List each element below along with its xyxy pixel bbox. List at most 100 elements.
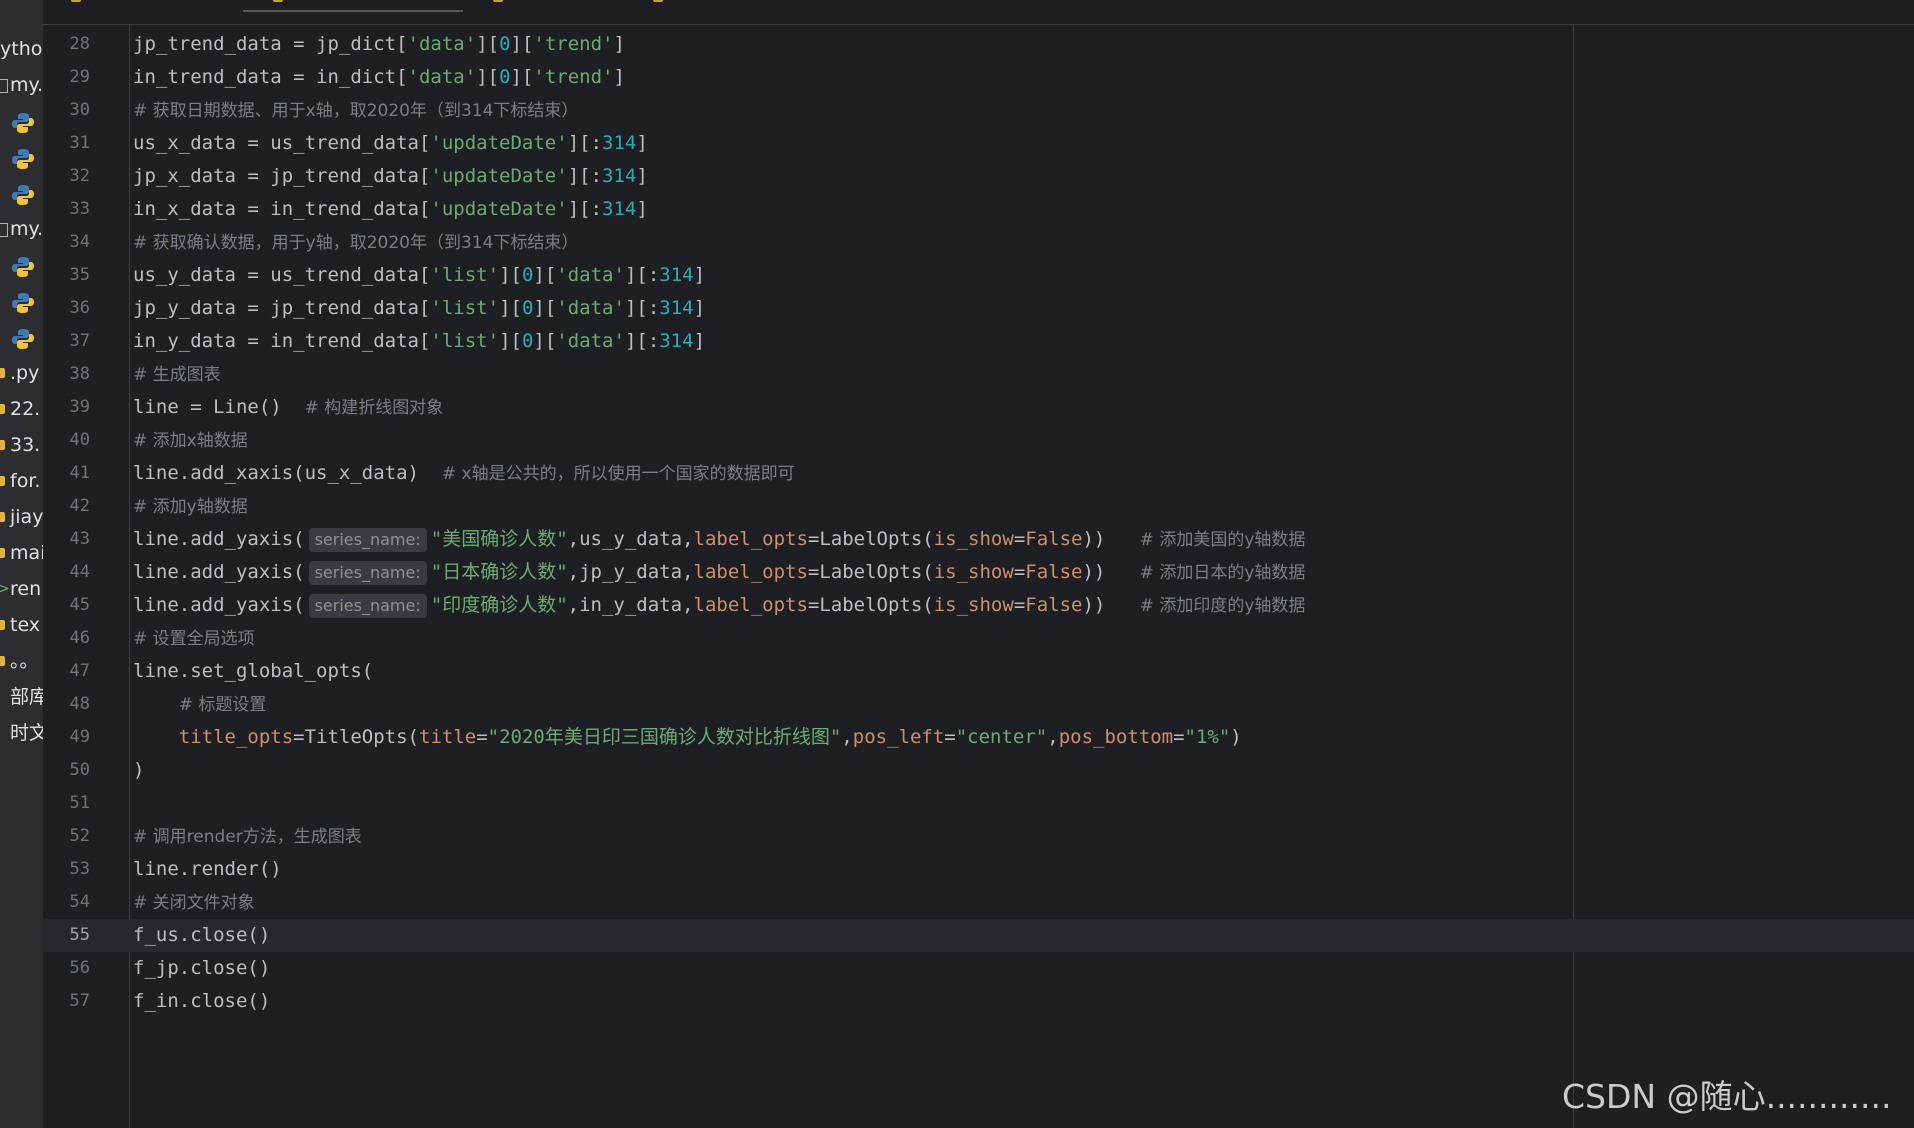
code-text[interactable]: line.add_yaxis(series_name: "日本确诊人数",jp_y… bbox=[133, 556, 1305, 590]
inlay-hint-series-name: series_name: bbox=[308, 528, 427, 552]
code-text[interactable]: line.add_xaxis(us_x_data) # x轴是公共的，所以使用一… bbox=[133, 457, 795, 491]
code-text[interactable]: ) bbox=[133, 754, 144, 787]
code-text[interactable]: in_y_data = in_trend_data['list'][0]['da… bbox=[133, 325, 705, 358]
code-text[interactable]: # 设置全局选项 bbox=[133, 622, 255, 656]
code-text[interactable]: # 生成图表 bbox=[133, 358, 221, 392]
sidebar-item[interactable] bbox=[0, 248, 43, 282]
line-number: 50 bbox=[69, 760, 90, 780]
code-text[interactable]: f_jp.close() bbox=[133, 952, 270, 985]
code-line[interactable]: 56 f_jp.close() bbox=[43, 952, 1914, 985]
tab-file-icon[interactable] bbox=[71, 0, 81, 2]
code-line[interactable]: 47 line.set_global_opts( bbox=[43, 655, 1914, 688]
sidebar-item[interactable]: my. bbox=[0, 68, 43, 102]
sidebar-item[interactable]: for. bbox=[0, 464, 43, 498]
code-line[interactable]: 42 # 添加y轴数据 bbox=[43, 490, 1914, 523]
code-line[interactable]: 48 # 标题设置 bbox=[43, 688, 1914, 721]
string-literal: 'list' bbox=[430, 330, 500, 352]
sidebar-item[interactable] bbox=[0, 176, 43, 210]
code-line[interactable]: 32 jp_x_data = jp_trend_data['updateDate'… bbox=[43, 160, 1914, 193]
code-line[interactable]: 38 # 生成图表 bbox=[43, 358, 1914, 391]
sidebar-item[interactable]: 。。 bbox=[0, 644, 43, 678]
code-line[interactable]: 33 in_x_data = in_trend_data['updateDate'… bbox=[43, 193, 1914, 226]
code-token: jp_y_data = jp_trend_data[ bbox=[133, 297, 431, 319]
code-line[interactable]: 45 line.add_yaxis(series_name: "印度确诊人数",in… bbox=[43, 589, 1914, 622]
code-line[interactable]: 44 line.add_yaxis(series_name: "日本确诊人数",jp… bbox=[43, 556, 1914, 589]
code-text[interactable]: jp_trend_data = jp_dict['data'][0]['tren… bbox=[133, 28, 625, 61]
line-number: 34 bbox=[69, 232, 90, 252]
sidebar-item[interactable] bbox=[0, 104, 43, 138]
sidebar-item[interactable]: 部库 bbox=[0, 680, 43, 714]
tab-file-icon[interactable] bbox=[493, 0, 503, 2]
code-text[interactable]: in_x_data = in_trend_data['updateDate'][… bbox=[133, 193, 648, 226]
sidebar-item[interactable]: 22. bbox=[0, 392, 43, 426]
code-line[interactable]: 50) bbox=[43, 754, 1914, 787]
code-line[interactable]: 43 line.add_yaxis(series_name: "美国确诊人数",us… bbox=[43, 523, 1914, 556]
code-text[interactable]: # 获取确认数据，用于y轴，取2020年（到314下标结束） bbox=[133, 226, 578, 260]
code-line[interactable]: 41 line.add_xaxis(us_x_data) # x轴是公共的，所以使… bbox=[43, 457, 1914, 490]
code-editor[interactable]: 28 jp_trend_data = jp_dict['data'][0]['tr… bbox=[43, 24, 1914, 1128]
code-text[interactable]: # 添加x轴数据 bbox=[133, 424, 248, 458]
code-text[interactable]: title_opts=TitleOpts(title="2020年美日印三国确诊… bbox=[133, 721, 1242, 754]
code-line[interactable]: 30 # 获取日期数据、用于x轴，取2020年（到314下标结束） bbox=[43, 94, 1914, 127]
sidebar-item[interactable] bbox=[0, 140, 43, 174]
code-line[interactable]: 51 bbox=[43, 787, 1914, 820]
code-line[interactable]: 29 in_trend_data = in_dict['data'][0]['tr… bbox=[43, 61, 1914, 94]
sidebar-item[interactable]: > ren bbox=[0, 572, 43, 606]
code-text[interactable]: line.set_global_opts( bbox=[133, 655, 373, 688]
code-text[interactable]: # 添加y轴数据 bbox=[133, 490, 248, 524]
bracket: ] bbox=[636, 198, 648, 220]
python-file-icon bbox=[12, 111, 34, 133]
code-text[interactable]: line.add_yaxis(series_name: "美国确诊人数",us_y… bbox=[133, 523, 1305, 557]
code-line[interactable]: 52 # 调用render方法，生成图表 bbox=[43, 820, 1914, 853]
sidebar-item[interactable]: jiay bbox=[0, 500, 43, 534]
code-line[interactable]: 31 us_x_data = us_trend_data['updateDate'… bbox=[43, 127, 1914, 160]
code-text[interactable]: # 获取日期数据、用于x轴，取2020年（到314下标结束） bbox=[133, 94, 578, 128]
code-text[interactable]: us_y_data = us_trend_data['list'][0]['da… bbox=[133, 259, 705, 292]
project-root-text: ytho bbox=[0, 38, 43, 60]
code-line[interactable]: 49 title_opts=TitleOpts(title="2020年美日印三… bbox=[43, 721, 1914, 754]
sidebar-item[interactable]: mai bbox=[0, 536, 43, 570]
code-text[interactable]: line.render() bbox=[133, 853, 282, 886]
code-line[interactable]: 34 # 获取确认数据，用于y轴，取2020年（到314下标结束） bbox=[43, 226, 1914, 259]
code-line[interactable]: 57 f_in.close() bbox=[43, 985, 1914, 1018]
project-root-label[interactable]: ytho bbox=[0, 32, 43, 66]
code-text[interactable]: f_in.close() bbox=[133, 985, 270, 1018]
file-icon bbox=[0, 656, 5, 666]
sidebar-item[interactable] bbox=[0, 284, 43, 318]
code-line[interactable]: 53 line.render() bbox=[43, 853, 1914, 886]
code-text[interactable]: jp_y_data = jp_trend_data['list'][0]['da… bbox=[133, 292, 705, 325]
code-line[interactable]: 39 line = Line() # 构建折线图对象 bbox=[43, 391, 1914, 424]
code-line[interactable]: 35 us_y_data = us_trend_data['list'][0]['… bbox=[43, 259, 1914, 292]
variable: jp_y_data bbox=[579, 561, 683, 583]
sidebar-item[interactable]: 33. bbox=[0, 428, 43, 462]
inlay-hint-series-name: series_name: bbox=[308, 561, 427, 585]
code-line[interactable]: 28 jp_trend_data = jp_dict['data'][0]['tr… bbox=[43, 28, 1914, 61]
sidebar-item[interactable]: my. bbox=[0, 212, 43, 246]
tab-file-icon[interactable] bbox=[653, 0, 663, 2]
code-line[interactable]: 37 in_y_data = in_trend_data['list'][0]['… bbox=[43, 325, 1914, 358]
python-file-icon bbox=[12, 255, 34, 277]
sidebar-item[interactable]: tex bbox=[0, 608, 43, 642]
sidebar-item[interactable]: .py bbox=[0, 356, 43, 390]
code-line[interactable]: 36 jp_y_data = jp_trend_data['list'][0]['… bbox=[43, 292, 1914, 325]
sidebar-item-label: for. bbox=[10, 470, 41, 492]
code-text[interactable]: # 标题设置 bbox=[133, 688, 267, 722]
code-text[interactable]: us_x_data = us_trend_data['updateDate'][… bbox=[133, 127, 648, 160]
code-line[interactable]: 46 # 设置全局选项 bbox=[43, 622, 1914, 655]
code-line[interactable]: 54 # 关闭文件对象 bbox=[43, 886, 1914, 919]
code-text[interactable]: # 关闭文件对象 bbox=[133, 886, 255, 920]
code-text[interactable]: line = Line() # 构建折线图对象 bbox=[133, 391, 443, 425]
code-text[interactable]: f_us.close() bbox=[133, 919, 270, 952]
code-text[interactable]: line.add_yaxis(series_name: "印度确诊人数",in_y… bbox=[133, 589, 1305, 623]
code-text[interactable]: # 调用render方法，生成图表 bbox=[133, 820, 362, 854]
sidebar-item[interactable]: 时文 bbox=[0, 716, 43, 750]
code-line[interactable]: 40 # 添加x轴数据 bbox=[43, 424, 1914, 457]
tab-file-icon[interactable] bbox=[273, 0, 283, 2]
code-line[interactable]: 55 f_us.close() bbox=[43, 919, 1914, 952]
code-text[interactable]: jp_x_data = jp_trend_data['updateDate'][… bbox=[133, 160, 648, 193]
sidebar-item[interactable] bbox=[0, 320, 43, 354]
line-number: 52 bbox=[69, 826, 90, 846]
code-text[interactable]: in_trend_data = in_dict['data'][0]['tren… bbox=[133, 61, 625, 94]
line-number: 33 bbox=[69, 199, 90, 219]
editor-tab-bar[interactable] bbox=[43, 0, 1914, 25]
